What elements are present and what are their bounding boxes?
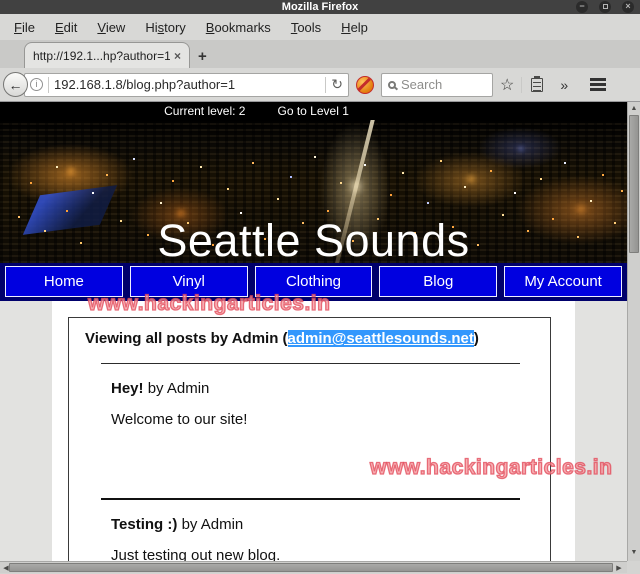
reload-icon[interactable]: ↻ (331, 76, 343, 93)
nav-blog-button[interactable]: Blog (379, 266, 497, 297)
url-bar[interactable]: i ↻ (24, 73, 349, 97)
site-navigation: Home Vinyl Clothing Blog My Account (0, 263, 627, 301)
horizontal-scrollbar[interactable]: ◀ ▶ (0, 561, 627, 573)
level-bar: Current level: 2 Go to Level 1 (0, 102, 627, 120)
blog-container: Viewing all posts by Admin (admin@seattl… (52, 301, 575, 561)
post-title: Testing :) (111, 516, 177, 533)
tab-title: http://192.1...hp?author=1 (33, 49, 170, 63)
tab-close-icon[interactable]: × (174, 49, 181, 63)
menu-history[interactable]: History (135, 16, 195, 39)
post-title-line: Testing :) by Admin (111, 516, 508, 533)
scroll-down-icon[interactable]: ▼ (628, 547, 640, 558)
menu-bar: File Edit View History Bookmarks Tools H… (0, 14, 640, 40)
search-input[interactable] (401, 77, 486, 92)
bookmark-star-icon[interactable]: ☆ (493, 75, 521, 95)
tab-bar: http://192.1...hp?author=1 × + (0, 40, 640, 68)
overflow-chevron-icon[interactable]: » (552, 77, 576, 93)
back-button[interactable]: ← (3, 72, 28, 97)
vertical-scrollbar[interactable]: ▲ ▼ (627, 102, 640, 561)
post-title: Hey! (111, 380, 144, 397)
navigation-toolbar: ← i ↻ ☆ » (0, 68, 640, 102)
scroll-up-icon[interactable]: ▲ (628, 103, 640, 114)
vertical-scroll-thumb[interactable] (629, 115, 639, 253)
search-icon (388, 81, 396, 89)
menu-help[interactable]: Help (331, 16, 378, 39)
window-titlebar: Mozilla Firefox − × (0, 0, 640, 14)
menu-file[interactable]: File (4, 16, 45, 39)
menu-bookmarks[interactable]: Bookmarks (196, 16, 281, 39)
scrollbar-corner (627, 561, 640, 573)
hamburger-menu-icon[interactable] (590, 76, 606, 94)
divider (325, 77, 326, 93)
site-title: Seattle Sounds (0, 218, 627, 263)
new-tab-button[interactable]: + (198, 48, 207, 65)
site-info-icon[interactable]: i (30, 78, 43, 91)
posts-box: Viewing all posts by Admin (admin@seattl… (68, 317, 551, 561)
hero-city-glows (0, 120, 2, 122)
divider (48, 77, 49, 93)
horizontal-scroll-thumb[interactable] (9, 563, 613, 572)
scroll-right-icon[interactable]: ▶ (613, 563, 625, 574)
menu-view[interactable]: View (87, 16, 135, 39)
maximize-icon[interactable] (599, 1, 611, 13)
minimize-icon[interactable]: − (576, 1, 588, 13)
url-input[interactable] (54, 77, 320, 92)
menu-tools[interactable]: Tools (281, 16, 331, 39)
close-icon[interactable]: × (622, 1, 634, 13)
post-divider (101, 363, 520, 364)
viewing-heading: Viewing all posts by Admin (admin@seattl… (85, 330, 534, 347)
page-viewport: Current level: 2 Go to Level 1 Seattle S… (0, 102, 627, 561)
bookmarks-library-icon[interactable] (531, 78, 543, 92)
divider (521, 77, 522, 93)
search-bar[interactable] (381, 73, 493, 97)
post-body: Just testing out new blog. (111, 547, 508, 561)
hero-image: Seattle Sounds (0, 120, 627, 263)
post-body: Welcome to our site! (111, 411, 508, 428)
nav-myaccount-button[interactable]: My Account (504, 266, 622, 297)
maximize-square (603, 4, 608, 9)
nav-vinyl-button[interactable]: Vinyl (130, 266, 248, 297)
post-byline: by Admin (148, 380, 210, 397)
nav-clothing-button[interactable]: Clothing (255, 266, 373, 297)
window-title: Mozilla Firefox (282, 1, 358, 13)
browser-tab[interactable]: http://192.1...hp?author=1 × (24, 42, 190, 68)
author-email-link[interactable]: admin@seattlesounds.net (288, 330, 474, 347)
post-byline: by Admin (182, 516, 244, 533)
noscript-extension-icon[interactable] (356, 76, 374, 94)
current-level-text: Current level: 2 (164, 104, 245, 118)
nav-home-button[interactable]: Home (5, 266, 123, 297)
goto-level-link[interactable]: Go to Level 1 (277, 104, 348, 118)
back-arrow-icon: ← (9, 77, 23, 93)
window-controls: − × (576, 1, 634, 13)
menu-edit[interactable]: Edit (45, 16, 87, 39)
post-divider (101, 498, 520, 500)
post-title-line: Hey! by Admin (111, 380, 508, 397)
post-spacer (69, 428, 550, 498)
